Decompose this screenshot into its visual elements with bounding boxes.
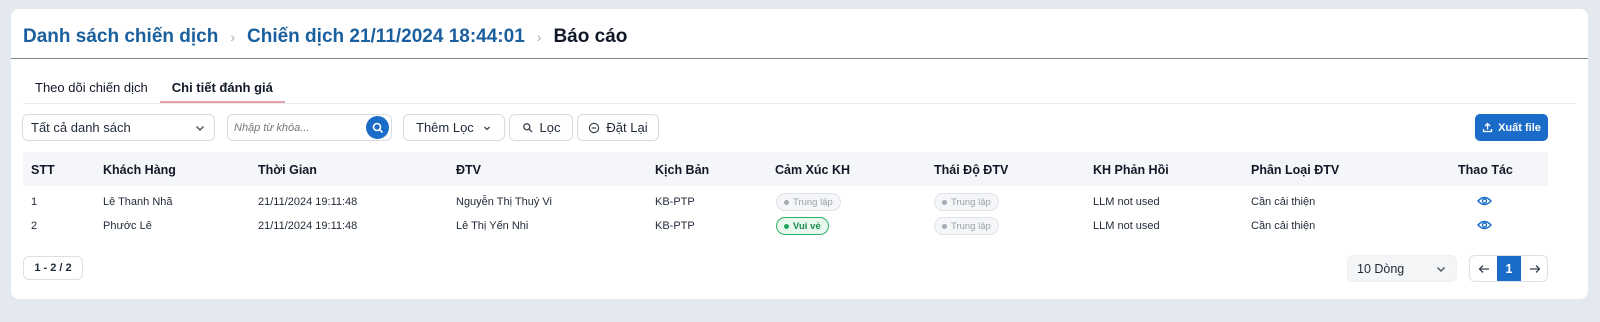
eye-icon[interactable] — [1477, 219, 1492, 231]
header-divider — [11, 58, 1588, 59]
page-1-button[interactable]: 1 — [1497, 256, 1521, 281]
export-button[interactable]: Xuất file — [1475, 114, 1548, 141]
eye-icon[interactable] — [1477, 195, 1492, 207]
next-page-button[interactable] — [1521, 256, 1547, 281]
col-header-attitude: Thái Độ ĐTV — [934, 163, 1009, 177]
cell-time: 21/11/2024 19:11:48 — [258, 196, 358, 208]
col-header-emotion: Cảm Xúc KH — [775, 163, 851, 177]
cell-agent: Lê Thị Yến Nhi — [456, 220, 529, 232]
filter-button[interactable]: Lọc — [509, 114, 573, 141]
filter-button-label: Lọc — [539, 120, 561, 135]
search-icon — [372, 122, 383, 133]
status-dot — [784, 223, 789, 229]
search-box — [227, 114, 392, 141]
cell-script: KB-PTP — [655, 196, 695, 208]
col-header-classification: Phân Loại ĐTV — [1251, 163, 1340, 177]
search-button[interactable] — [366, 116, 389, 139]
minus-circle-icon — [589, 122, 600, 133]
tab-evaluation-detail[interactable]: Chi tiết đánh giá — [159, 71, 285, 103]
cell-feedback: LLM not used — [1093, 196, 1160, 208]
arrow-left-icon — [1478, 264, 1489, 273]
page-size-select[interactable]: 10 Dòng — [1347, 255, 1457, 282]
cell-stt: 1 — [31, 196, 38, 208]
report-card: Danh sách chiến dịch › Chiến dịch 21/11/… — [11, 9, 1588, 299]
breadcrumb-campaign[interactable]: Chiến dịch 21/11/2024 18:44:01 — [247, 26, 525, 48]
list-select-value: Tất cả danh sách — [31, 120, 131, 135]
status-dot — [784, 199, 789, 205]
list-select[interactable]: Tất cả danh sách — [22, 114, 215, 141]
upload-icon — [1482, 122, 1493, 133]
reset-button-label: Đặt Lại — [606, 120, 648, 135]
attitude-badge: Trung lập — [934, 217, 999, 235]
cell-feedback: LLM not used — [1093, 220, 1160, 232]
breadcrumb-separator: › — [536, 29, 542, 45]
export-button-label: Xuất file — [1498, 121, 1541, 134]
col-header-customer: Khách Hàng — [103, 163, 176, 177]
emotion-badge-label: Vui vẻ — [793, 220, 821, 232]
cell-classification: Cần cải thiện — [1251, 220, 1316, 232]
tab-divider — [23, 103, 1576, 104]
status-dot — [942, 199, 947, 205]
chevron-down-icon — [196, 125, 204, 131]
reset-button[interactable]: Đặt Lại — [577, 114, 659, 141]
emotion-badge-label: Trung lập — [793, 196, 833, 208]
filter-search-icon — [522, 122, 532, 132]
cell-customer: Phước Lê — [103, 220, 152, 232]
emotion-badge: Trung lập — [776, 193, 841, 211]
cell-agent: Nguyễn Thị Thuý Vi — [456, 196, 553, 208]
tab-bar: Theo dõi chiến dịch Chi tiết đánh giá — [23, 71, 285, 103]
cell-customer: Lê Thanh Nhã — [103, 196, 173, 208]
table-header: STT Khách Hàng Thời Gian ĐTV Kịch Bản Cả… — [23, 152, 1548, 186]
table-row: 2 Phước Lê 21/11/2024 19:11:48 Lê Thị Yế… — [23, 210, 1548, 243]
attitude-badge-label: Trung lập — [951, 220, 991, 232]
breadcrumb: Danh sách chiến dịch › Chiến dịch 21/11/… — [23, 17, 627, 57]
attitude-badge-label: Trung lập — [951, 196, 991, 208]
pagination: 1 — [1469, 255, 1548, 282]
breadcrumb-campaign-list[interactable]: Danh sách chiến dịch — [23, 26, 218, 48]
more-filter-label: Thêm Lọc — [416, 120, 474, 135]
attitude-badge: Trung lập — [934, 193, 999, 211]
status-dot — [942, 223, 947, 229]
col-header-agent: ĐTV — [456, 163, 481, 177]
page-size-value: 10 Dòng — [1357, 261, 1405, 276]
more-filter-dropdown[interactable]: Thêm Lọc — [403, 114, 505, 141]
breadcrumb-separator: › — [230, 29, 235, 45]
cell-script: KB-PTP — [655, 220, 695, 232]
prev-page-button[interactable] — [1470, 256, 1497, 281]
page-title: Báo cáo — [553, 26, 628, 47]
emotion-badge: Vui vẻ — [776, 217, 829, 235]
col-header-stt: STT — [31, 163, 55, 177]
tab-campaign-tracking[interactable]: Theo dõi chiến dịch — [23, 71, 160, 103]
col-header-time: Thời Gian — [258, 163, 317, 177]
chevron-down-icon — [1437, 266, 1445, 272]
col-header-script: Kịch Bản — [655, 163, 710, 177]
cell-stt: 2 — [31, 220, 38, 232]
cell-time: 21/11/2024 19:11:48 — [258, 220, 358, 232]
col-header-actions: Thao Tác — [1458, 163, 1513, 177]
chevron-down-icon — [484, 126, 490, 130]
arrow-right-icon — [1529, 264, 1540, 273]
cell-classification: Cần cải thiện — [1251, 196, 1316, 208]
col-header-feedback: KH Phản Hồi — [1093, 163, 1169, 177]
search-input[interactable] — [234, 121, 354, 134]
record-count: 1 - 2 / 2 — [23, 256, 83, 280]
